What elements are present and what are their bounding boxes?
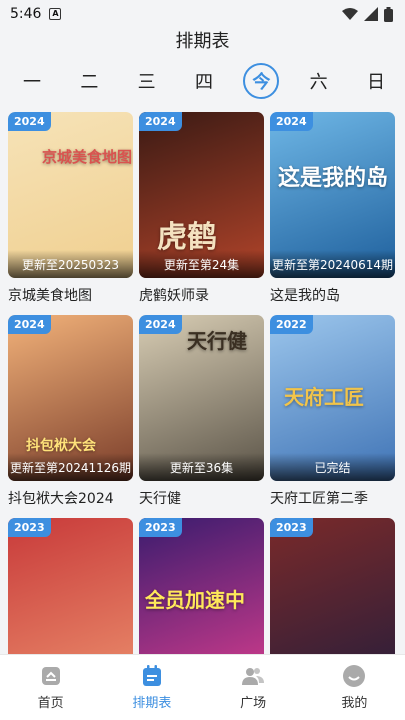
poster-art — [270, 518, 395, 654]
calendar-icon — [142, 665, 161, 686]
year-badge: 2024 — [270, 112, 313, 131]
nav-community[interactable]: 广场 — [203, 655, 304, 720]
year-badge: 2024 — [8, 315, 51, 334]
update-status: 更新至第20241126期 — [8, 453, 133, 481]
update-status: 更新至20250323 — [8, 250, 133, 278]
home-icon — [41, 667, 60, 685]
poster-art — [8, 518, 133, 654]
day-tab[interactable]: 一 — [14, 63, 50, 99]
status-bar: 5:46 A — [0, 0, 405, 28]
year-badge: 2023 — [139, 518, 182, 537]
poster-image[interactable]: 抖包袱大会 2024 更新至第20241126期 — [8, 315, 133, 481]
year-badge: 2024 — [8, 112, 51, 131]
poster-image[interactable]: 全员加速中 2023 — [139, 518, 264, 654]
poster-title-text: 这是我的岛 — [278, 166, 389, 191]
poster-title-text: 全员加速中 — [145, 588, 245, 612]
poster-title-text: 京城美食地图 — [42, 148, 133, 166]
nav-schedule[interactable]: 排期表 — [101, 655, 202, 720]
show-card[interactable]: 2023 — [8, 518, 133, 654]
page-title: 排期表 — [175, 31, 230, 52]
day-tab[interactable]: 三 — [129, 63, 165, 99]
day-tab-today[interactable]: 今 — [243, 63, 280, 99]
poster-image[interactable]: 虎鹤 2024 更新至第24集 — [139, 112, 264, 278]
poster-image[interactable]: 天行健 2024 更新至36集 — [139, 315, 264, 481]
wifi-icon — [342, 8, 358, 20]
update-status: 更新至第24集 — [139, 250, 264, 278]
show-card[interactable]: 天府工匠 2022 已完结 天府工匠第二季 — [270, 315, 395, 508]
poster-title-text: 抖包袱大会 — [26, 438, 96, 454]
poster-image[interactable]: 天府工匠 2022 已完结 — [270, 315, 395, 481]
show-card[interactable]: 京城美食地图 2024 更新至20250323 京城美食地图 — [8, 112, 133, 305]
nav-label: 我的 — [341, 696, 368, 711]
status-badge: A — [49, 8, 62, 20]
show-title[interactable]: 虎鹤妖师录 — [139, 285, 264, 305]
nav-label: 首页 — [37, 696, 64, 711]
day-tab[interactable]: 二 — [71, 63, 107, 99]
show-card[interactable]: 抖包袱大会 2024 更新至第20241126期 抖包袱大会2024 — [8, 315, 133, 508]
weekday-selector: 一 二 三 四 今 六 日 — [0, 56, 405, 106]
bottom-nav: 首页 排期表 广场 我的 — [0, 654, 405, 720]
show-title[interactable]: 天府工匠第二季 — [270, 488, 395, 508]
year-badge: 2022 — [270, 315, 313, 334]
show-card[interactable]: 虎鹤 2024 更新至第24集 虎鹤妖师录 — [139, 112, 264, 305]
nav-home[interactable]: 首页 — [0, 655, 101, 720]
year-badge: 2024 — [139, 112, 182, 131]
poster-image[interactable]: 京城美食地图 2024 更新至20250323 — [8, 112, 133, 278]
nav-label: 排期表 — [132, 696, 172, 711]
poster-title-text: 天府工匠 — [284, 385, 364, 409]
show-title[interactable]: 京城美食地图 — [8, 285, 133, 305]
update-status: 已完结 — [270, 453, 395, 481]
poster-image[interactable]: 2023 — [270, 518, 395, 654]
profile-icon — [343, 665, 366, 687]
day-tab[interactable]: 日 — [358, 63, 394, 99]
day-tab[interactable]: 四 — [186, 63, 222, 99]
year-badge: 2024 — [139, 315, 182, 334]
update-status: 更新至36集 — [139, 453, 264, 481]
nav-label: 广场 — [240, 696, 267, 711]
show-title[interactable]: 这是我的岛 — [270, 285, 395, 305]
poster-image[interactable]: 2023 — [8, 518, 133, 654]
poster-image[interactable]: 这是我的岛 2024 更新至第20240614期 — [270, 112, 395, 278]
poster-title-text: 天行健 — [187, 329, 247, 353]
battery-icon — [384, 6, 393, 22]
year-badge: 2023 — [270, 518, 313, 537]
signal-icon — [364, 7, 378, 21]
show-card[interactable]: 这是我的岛 2024 更新至第20240614期 这是我的岛 — [270, 112, 395, 305]
status-time: 5:46 — [10, 6, 42, 22]
nav-profile[interactable]: 我的 — [304, 655, 405, 720]
community-icon — [242, 668, 265, 685]
schedule-grid: 京城美食地图 2024 更新至20250323 京城美食地图 虎鹤 2024 更… — [0, 108, 405, 654]
show-card[interactable]: 2023 — [270, 518, 395, 654]
year-badge: 2023 — [8, 518, 51, 537]
day-tab[interactable]: 六 — [301, 63, 337, 99]
show-title[interactable]: 抖包袱大会2024 — [8, 488, 133, 508]
show-title[interactable]: 天行健 — [139, 488, 264, 508]
update-status: 更新至第20240614期 — [270, 250, 395, 278]
show-card[interactable]: 天行健 2024 更新至36集 天行健 — [139, 315, 264, 508]
show-card[interactable]: 全员加速中 2023 — [139, 518, 264, 654]
